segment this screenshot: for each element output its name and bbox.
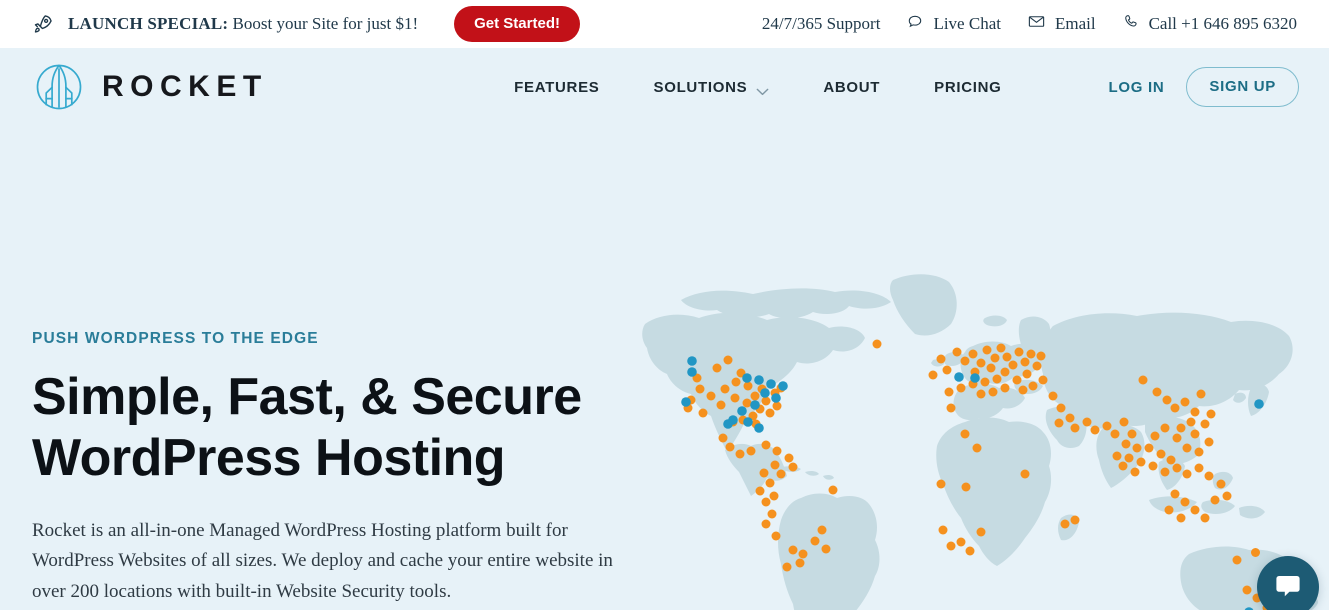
nav-label-pricing: PRICING — [934, 78, 1002, 96]
promo-message: LAUNCH SPECIAL: Boost your Site for just… — [32, 6, 580, 42]
headline-line-1: Simple, Fast, & Secure — [32, 368, 582, 426]
chevron-down-icon — [756, 83, 769, 96]
nav-label-solutions: SOLUTIONS — [653, 78, 748, 96]
hero-copy: PUSH WORDPRESS TO THE EDGE Simple, Fast,… — [32, 330, 672, 608]
nav-item-pricing[interactable]: PRICING — [907, 79, 1028, 96]
promo-text: LAUNCH SPECIAL: Boost your Site for just… — [68, 14, 418, 34]
nav-label-features: FEATURES — [514, 78, 600, 96]
notification-dot — [1251, 548, 1260, 557]
hero-section: PUSH WORDPRESS TO THE EDGE Simple, Fast,… — [0, 126, 1329, 610]
world-map-svg — [642, 274, 1318, 610]
support-label: 24/7/365 Support — [761, 14, 881, 33]
logo[interactable]: ROCKET — [32, 60, 268, 114]
hero-description: Rocket is an all-in-one Managed WordPres… — [32, 519, 613, 603]
map-landmasses — [642, 274, 1318, 610]
auth-actions: LOG IN SIGN UP — [1109, 67, 1299, 107]
promo-label-bold: LAUNCH SPECIAL: — [68, 14, 229, 33]
main-nav: FEATURES SOLUTIONS ABOUT PRICING LOG IN … — [487, 67, 1299, 107]
email-link[interactable]: Email — [1027, 12, 1096, 36]
login-link[interactable]: LOG IN — [1109, 79, 1165, 96]
promo-contact-links: 24/7/365 Support Live Chat Email Call +1… — [762, 12, 1297, 36]
live-chat-label: Live Chat — [933, 14, 1001, 33]
rocket-circle-logo-icon — [32, 60, 86, 114]
hero-eyebrow: PUSH WORDPRESS TO THE EDGE — [32, 330, 319, 347]
site-header: ROCKET FEATURES SOLUTIONS ABOUT PRICING … — [0, 48, 1329, 126]
live-chat-link[interactable]: Live Chat — [906, 13, 1001, 36]
envelope-icon — [1027, 12, 1046, 36]
promo-bar: LAUNCH SPECIAL: Boost your Site for just… — [0, 0, 1329, 48]
nav-item-solutions[interactable]: SOLUTIONS — [627, 79, 797, 96]
promo-get-started-button[interactable]: Get Started! — [454, 6, 580, 42]
speech-bubble-icon — [906, 13, 924, 36]
chat-widget[interactable] — [1251, 548, 1321, 610]
speech-bubble-icon — [1273, 571, 1303, 604]
nav-item-about[interactable]: ABOUT — [796, 79, 907, 96]
phone-label: Call +1 646 895 6320 — [1148, 14, 1297, 33]
phone-icon — [1122, 13, 1140, 36]
rocket-icon — [32, 13, 54, 35]
signup-button[interactable]: SIGN UP — [1186, 67, 1299, 107]
nav-label-about: ABOUT — [823, 78, 881, 96]
open-chat-button[interactable] — [1257, 556, 1319, 610]
promo-label-rest: Boost your Site for just $1! — [228, 14, 419, 33]
logo-text: ROCKET — [102, 70, 268, 103]
phone-link[interactable]: Call +1 646 895 6320 — [1122, 13, 1297, 36]
world-map — [629, 262, 1329, 610]
nav-item-features[interactable]: FEATURES — [487, 79, 626, 96]
page-title: Simple, Fast, & Secure WordPress Hosting — [32, 367, 672, 490]
email-label: Email — [1054, 14, 1096, 33]
headline-line-2: WordPress Hosting — [32, 429, 506, 488]
